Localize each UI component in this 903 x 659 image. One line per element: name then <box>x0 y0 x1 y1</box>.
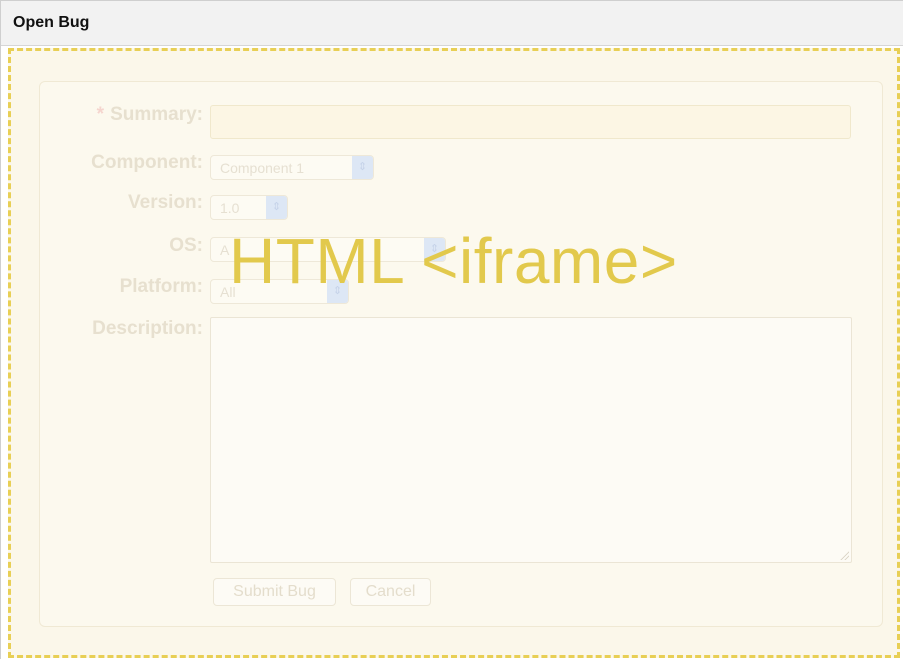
version-select[interactable]: 1.0 ⇕ <box>210 195 288 220</box>
component-select-value: Component 1 <box>220 160 305 176</box>
submit-bug-button[interactable]: Submit Bug <box>213 578 336 606</box>
version-select-value: 1.0 <box>220 200 240 216</box>
updown-chevron-icon: ⇕ <box>266 196 287 219</box>
resize-grip-icon[interactable] <box>839 550 849 560</box>
window-titlebar: Open Bug <box>1 1 903 46</box>
open-bug-window: Open Bug * Summary: Component: Component … <box>0 0 903 659</box>
version-label: Version: <box>128 192 203 213</box>
description-textarea[interactable] <box>210 317 852 563</box>
iframe-container: * Summary: Component: Component 1 ⇕ Versi… <box>8 48 900 658</box>
bug-form-panel: * Summary: Component: Component 1 ⇕ Versi… <box>39 81 883 627</box>
window-title: Open Bug <box>13 14 90 31</box>
summary-label: Summary: <box>110 104 203 125</box>
description-label: Description: <box>92 318 203 339</box>
summary-input[interactable] <box>210 105 851 139</box>
os-select-value: A <box>220 242 230 258</box>
summary-label-wrap: * Summary: <box>40 104 203 126</box>
component-label: Component: <box>91 152 203 173</box>
cancel-button[interactable]: Cancel <box>350 578 431 606</box>
component-select[interactable]: Component 1 ⇕ <box>210 155 374 180</box>
os-label: OS: <box>169 235 203 256</box>
platform-label: Platform: <box>119 276 203 297</box>
iframe-overlay-label: HTML <iframe> <box>229 225 678 297</box>
updown-chevron-icon: ⇕ <box>352 156 373 179</box>
required-marker: * <box>96 104 105 125</box>
